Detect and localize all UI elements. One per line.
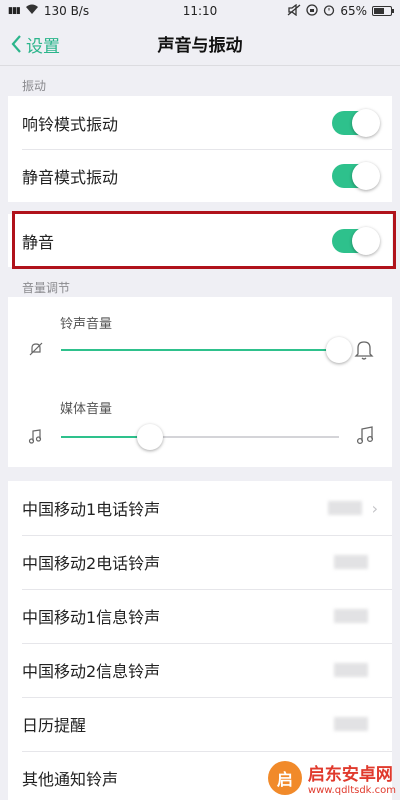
row-silent-vibrate[interactable]: 静音模式振动	[8, 149, 392, 202]
back-button[interactable]: 设置	[10, 22, 60, 66]
row-label: 响铃模式振动	[22, 114, 119, 134]
network-speed: 130 B/s	[43, 4, 90, 18]
page-title: 声音与振动	[157, 36, 243, 56]
media-volume-slider[interactable]	[61, 424, 339, 450]
section-label-vibration: 振动	[22, 79, 47, 93]
ringtone-volume-label: 铃声音量	[60, 317, 113, 332]
battery-percent: 65%	[340, 4, 367, 18]
media-volume-label: 媒体音量	[60, 402, 113, 417]
highlight-annotation-box	[12, 211, 396, 269]
mute-status-icon	[287, 3, 301, 19]
ringtone-value-blurred	[334, 609, 368, 623]
ringtone-value-blurred	[334, 555, 368, 569]
alarm-icon	[323, 4, 335, 19]
list-item[interactable]: 中国移动1信息铃声	[8, 589, 392, 643]
bell-muted-icon	[28, 341, 44, 361]
volume-card: 铃声音量 媒体音量	[8, 297, 392, 467]
music-note-large-icon	[356, 425, 374, 449]
ringtone-value-blurred	[334, 717, 368, 731]
lock-rotation-icon	[306, 3, 318, 19]
music-note-icon	[28, 428, 42, 448]
ringtone-value-blurred	[334, 663, 368, 677]
chevron-right-icon: ›	[371, 498, 378, 518]
back-label: 设置	[26, 36, 60, 57]
clock: 11:10	[182, 4, 218, 18]
watermark-name: 启东安卓网	[307, 765, 393, 785]
wifi-icon	[25, 4, 39, 18]
watermark-url: www.qdltsdk.com	[307, 785, 396, 796]
ringtone-value-blurred	[327, 501, 362, 515]
ringtone-volume-slider[interactable]	[61, 337, 352, 363]
list-item-label: 中国移动1信息铃声	[22, 608, 161, 627]
row-ring-vibrate[interactable]: 响铃模式振动	[8, 96, 392, 149]
silent-vibrate-toggle[interactable]	[332, 161, 380, 190]
list-item[interactable]: 中国移动1电话铃声 ›	[8, 481, 392, 535]
ringtone-list: 中国移动1电话铃声 › 中国移动2电话铃声 中国移动1信息铃声 中国移动2信息铃…	[8, 481, 392, 800]
list-item-label: 中国移动1电话铃声	[22, 500, 161, 519]
signal-icon: ▮▮▮	[8, 6, 21, 16]
navigation-bar: 设置 声音与振动	[0, 22, 400, 66]
list-item-label: 中国移动2信息铃声	[22, 662, 161, 681]
ringtone-volume-thumb[interactable]	[326, 337, 352, 363]
watermark-logo-icon: 启	[267, 761, 302, 795]
status-bar: ▮▮▮ 130 B/s 11:10 65%	[0, 0, 400, 22]
list-item[interactable]: 中国移动2电话铃声	[8, 535, 392, 589]
row-label: 静音模式振动	[22, 167, 119, 187]
bell-icon	[354, 338, 374, 364]
media-volume-thumb[interactable]	[136, 424, 163, 450]
vibration-card: 响铃模式振动 静音模式振动	[8, 96, 392, 202]
chevron-left-icon	[11, 35, 21, 53]
battery-icon	[372, 6, 394, 16]
list-item-label: 日历提醒	[22, 716, 87, 735]
section-label-volume: 音量调节	[22, 281, 71, 295]
list-item[interactable]: 中国移动2信息铃声	[8, 643, 392, 697]
list-item-label: 中国移动2电话铃声	[22, 554, 161, 573]
list-item[interactable]: 日历提醒	[8, 697, 392, 751]
ring-vibrate-toggle[interactable]	[332, 108, 380, 137]
watermark-logo: 启 启东安卓网 www.qdltsdk.com	[267, 760, 396, 796]
